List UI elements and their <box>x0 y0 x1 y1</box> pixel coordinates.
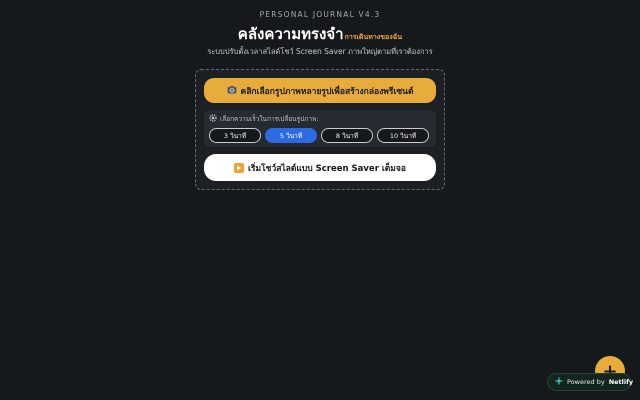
start-slideshow-label: เริ่มโชว์สไลด์แบบ Screen Saver เต็มจอ <box>248 163 406 174</box>
page-title-sub: การเดินทางของฉัน <box>344 33 403 41</box>
speed-selector: เลือกความเร็วในการเปลี่ยนรูปภาพ: 3 วินาท… <box>204 110 436 147</box>
speed-option-5s[interactable]: 5 วินาที <box>265 128 317 143</box>
slideshow-panel: คลิกเลือกรูปภาพหลายรูปเพื่อสร้างกล่องพรี… <box>195 69 445 190</box>
speed-options: 3 วินาที 5 วินาที 8 วินาที 10 วินาที <box>209 128 429 143</box>
netlify-brand: Netlify <box>608 378 634 386</box>
page-description: ระบบปรับตั้งเวลาสไลด์โชว์ Screen Saver ภ… <box>207 47 433 56</box>
start-slideshow-button[interactable]: เริ่มโชว์สไลด์แบบ Screen Saver เต็มจอ <box>204 154 436 181</box>
speed-option-10s[interactable]: 10 วินาที <box>377 128 429 143</box>
pick-photos-button[interactable]: คลิกเลือกรูปภาพหลายรูปเพื่อสร้างกล่องพรี… <box>204 78 436 103</box>
speed-option-3s[interactable]: 3 วินาที <box>209 128 261 143</box>
speed-label-row: เลือกความเร็วในการเปลี่ยนรูปภาพ: <box>209 114 319 124</box>
page-title: คลังความทรงจำการเดินทางของฉัน <box>0 22 640 46</box>
play-icon <box>234 162 245 173</box>
camera-icon <box>227 85 237 97</box>
gear-icon <box>209 114 217 124</box>
netlify-prefix: Powered by <box>567 378 605 386</box>
netlify-logo-icon <box>555 377 563 387</box>
app-kicker: PERSONAL JOURNAL V4.3 <box>259 10 381 19</box>
speed-label: เลือกความเร็วในการเปลี่ยนรูปภาพ: <box>220 115 319 123</box>
speed-option-8s[interactable]: 8 วินาที <box>321 128 373 143</box>
page-title-main: คลังความทรงจำ <box>237 25 344 43</box>
pick-photos-label: คลิกเลือกรูปภาพหลายรูปเพื่อสร้างกล่องพรี… <box>240 86 414 97</box>
netlify-badge[interactable]: Powered by Netlify <box>547 373 634 391</box>
